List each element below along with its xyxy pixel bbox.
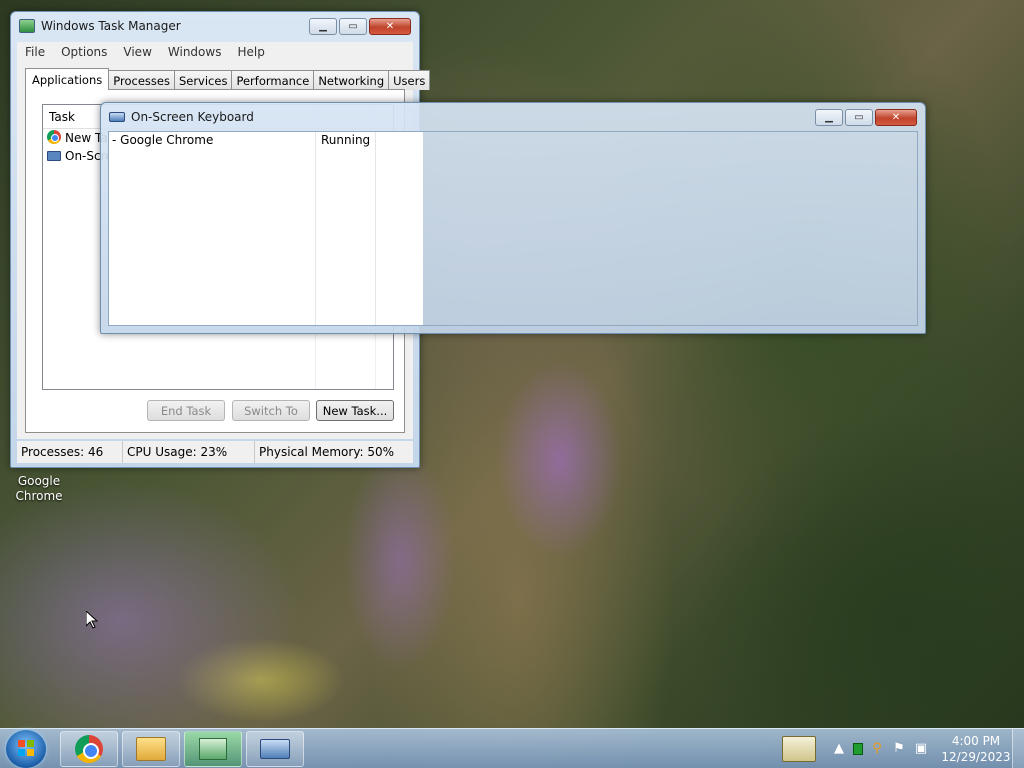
new-task-button[interactable]: New Task... — [316, 400, 394, 421]
network-icon[interactable]: ▣ — [913, 741, 929, 757]
osk-list-area: - Google Chrome Running — [109, 132, 423, 325]
osk-task-label: - Google Chrome — [112, 133, 214, 147]
windows-logo-icon — [18, 740, 34, 756]
task-manager-tray-icon[interactable] — [853, 743, 863, 755]
action-center-flag-icon[interactable]: ⚑ — [891, 741, 907, 757]
osk-taskbar-button[interactable] — [246, 731, 304, 767]
close-button[interactable]: ✕ — [875, 109, 917, 126]
keyboard-icon — [109, 112, 125, 122]
tab-users[interactable]: Users — [388, 70, 431, 90]
maximize-icon: ▭ — [348, 21, 358, 32]
menu-view[interactable]: View — [115, 42, 159, 62]
status-physical-memory: Physical Memory: 50% — [259, 445, 395, 459]
status-cpu-usage: CPU Usage: 23% — [123, 441, 255, 463]
show-desktop-button[interactable] — [1012, 729, 1024, 768]
mouse-cursor-icon — [86, 611, 98, 629]
task-manager-icon — [19, 19, 35, 33]
keyboard-icon — [47, 148, 63, 164]
tab-services[interactable]: Services — [173, 70, 233, 90]
start-button[interactable] — [6, 730, 46, 768]
osk-content: - Google Chrome Running — [108, 131, 918, 326]
search-icon[interactable]: ⚲ — [869, 741, 885, 757]
minimize-icon: ▁ — [319, 21, 327, 32]
minimize-icon: ▁ — [825, 112, 833, 123]
maximize-icon: ▭ — [854, 112, 864, 123]
window-title: On-Screen Keyboard — [131, 110, 254, 124]
menu-bar: File Options View Windows Help — [17, 42, 413, 62]
taskbar: ▲ ⚲ ⚑ ▣ 4:00 PM 12/29/2023 — [0, 728, 1024, 768]
switch-to-button[interactable]: Switch To — [232, 400, 310, 421]
clock-time: 4:00 PM — [951, 734, 1001, 748]
osk-status-label: Running — [321, 133, 371, 147]
explorer-taskbar-button[interactable] — [122, 731, 180, 767]
maximize-button[interactable]: ▭ — [339, 18, 367, 35]
menu-file[interactable]: File — [17, 42, 53, 62]
minimize-button[interactable]: ▁ — [309, 18, 337, 35]
desktop-icon-label: Google Chrome — [15, 474, 63, 503]
keyboard-icon — [260, 739, 290, 759]
switch-to-label: Switch To — [244, 403, 298, 418]
menu-windows[interactable]: Windows — [160, 42, 230, 62]
minimize-button[interactable]: ▁ — [815, 109, 843, 126]
menu-options[interactable]: Options — [53, 42, 115, 62]
tab-performance[interactable]: Performance — [231, 70, 315, 90]
folder-icon — [136, 737, 166, 761]
close-button[interactable]: ✕ — [369, 18, 411, 35]
end-task-label: End Task — [160, 403, 212, 418]
tab-networking[interactable]: Networking — [313, 70, 390, 90]
status-processes: Processes: 46 — [17, 441, 123, 463]
end-task-button[interactable]: End Task — [147, 400, 225, 421]
tab-strip: Applications Processes Services Performa… — [25, 68, 431, 90]
chrome-icon — [47, 130, 63, 146]
desktop-icon-google-chrome[interactable]: Google Chrome — [8, 474, 70, 504]
maximize-button[interactable]: ▭ — [845, 109, 873, 126]
clock-date: 12/29/2023 — [941, 750, 1011, 764]
task-manager-titlebar[interactable]: Windows Task Manager ▁ ▭ ✕ — [11, 12, 419, 40]
close-icon: ✕ — [891, 112, 901, 123]
window-title: Windows Task Manager — [41, 19, 181, 33]
clock[interactable]: 4:00 PM 12/29/2023 — [940, 733, 1012, 765]
system-tray: ▲ ⚲ ⚑ ▣ 4:00 PM 12/29/2023 — [782, 729, 1024, 768]
close-icon: ✕ — [385, 21, 395, 32]
osk-titlebar[interactable]: On-Screen Keyboard ▁ ▭ ✕ — [101, 103, 925, 131]
status-bar: Processes: 46 CPU Usage: 23% Physical Me… — [17, 441, 413, 463]
show-hidden-icons-icon[interactable]: ▲ — [831, 741, 847, 757]
chrome-taskbar-button[interactable] — [60, 731, 118, 767]
task-column-label: Task — [49, 109, 75, 124]
tab-processes[interactable]: Processes — [108, 70, 175, 90]
menu-help[interactable]: Help — [229, 42, 272, 62]
tab-applications[interactable]: Applications — [25, 68, 110, 90]
on-screen-keyboard-window[interactable]: On-Screen Keyboard ▁ ▭ ✕ - Google Chrome… — [100, 102, 926, 334]
task-manager-icon — [199, 738, 227, 760]
pen-input-icon[interactable] — [782, 736, 816, 762]
taskmgr-taskbar-button[interactable] — [184, 731, 242, 767]
chrome-icon — [75, 735, 103, 763]
new-task-label: New Task... — [322, 403, 388, 418]
